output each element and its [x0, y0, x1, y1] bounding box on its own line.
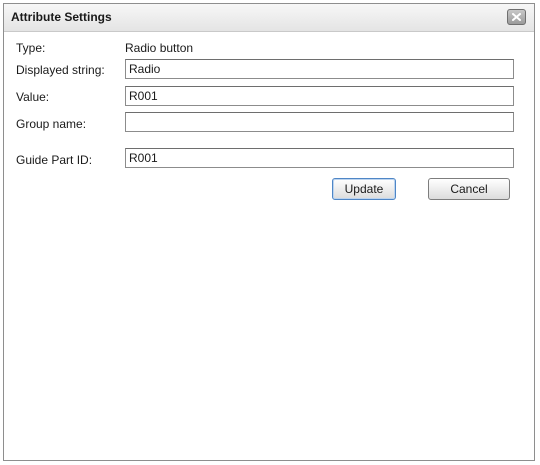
value-label: Value: [16, 90, 50, 104]
guide-part-id-input[interactable] [125, 148, 514, 168]
displayed-string-label: Displayed string: [16, 63, 105, 77]
close-icon [512, 13, 521, 21]
update-button[interactable]: Update [332, 178, 396, 200]
value-input[interactable] [125, 86, 514, 106]
guide-part-id-label: Guide Part ID: [16, 153, 93, 167]
group-name-label: Group name: [16, 117, 87, 131]
attribute-settings-dialog: Attribute Settings Type: Radio button Di… [3, 3, 535, 461]
displayed-string-input[interactable] [125, 59, 514, 79]
type-label: Type: [16, 41, 46, 55]
dialog-title-bar[interactable]: Attribute Settings [4, 4, 534, 32]
cancel-button[interactable]: Cancel [428, 178, 510, 200]
type-value: Radio button [125, 41, 194, 55]
group-name-input[interactable] [125, 112, 514, 132]
close-button[interactable] [507, 9, 526, 25]
dialog-title: Attribute Settings [11, 10, 112, 24]
